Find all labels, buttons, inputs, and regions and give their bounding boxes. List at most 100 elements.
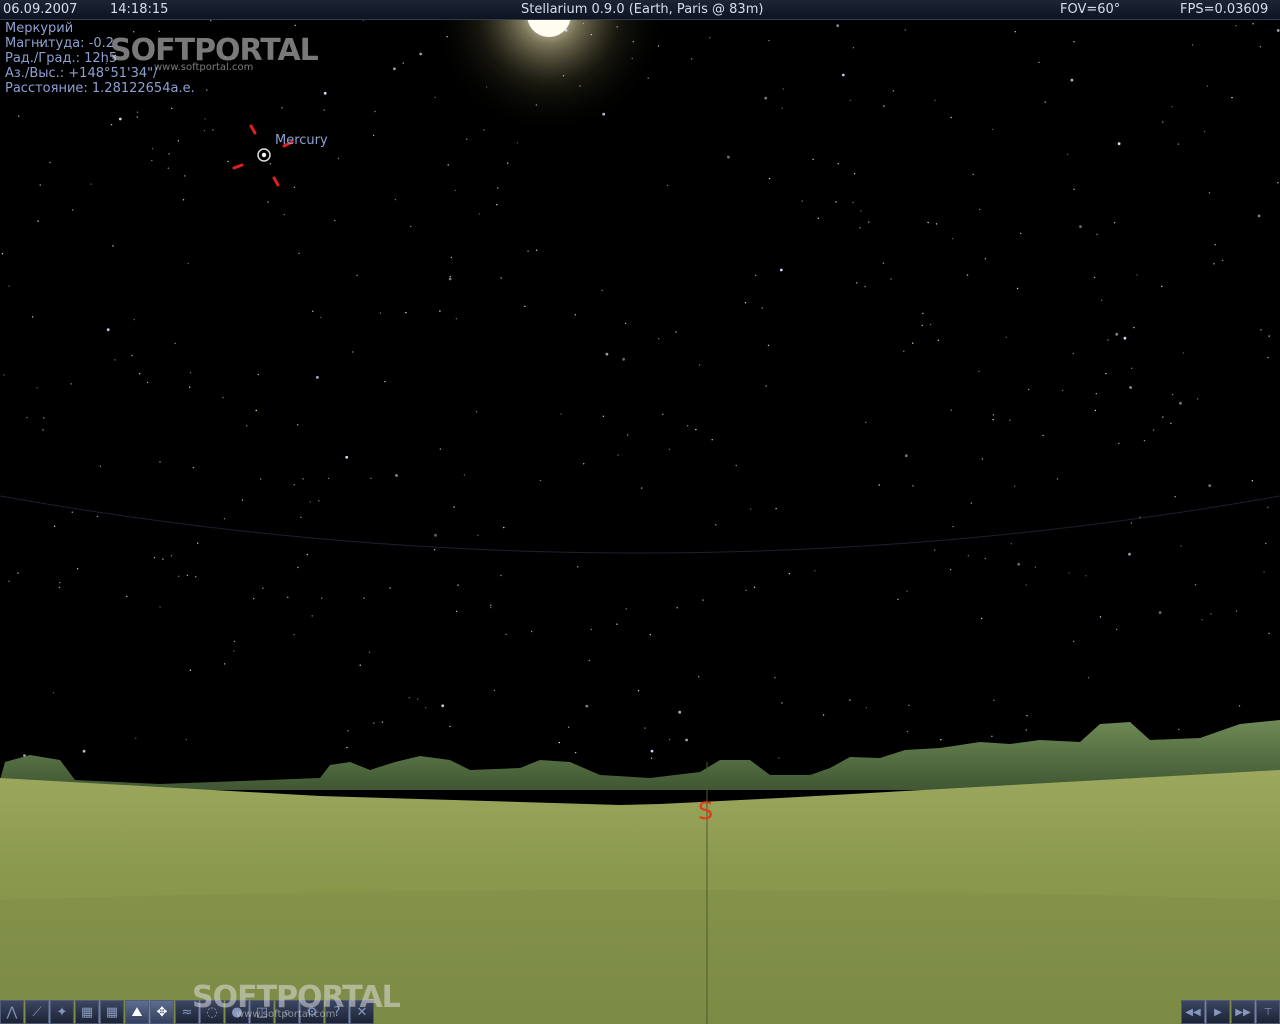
star (590, 33, 592, 36)
star (952, 525, 954, 528)
star (992, 128, 994, 131)
rewind-button[interactable]: ◀◀ (1181, 1000, 1205, 1024)
star (419, 52, 423, 56)
star (379, 312, 382, 314)
star (1116, 628, 1118, 631)
star (981, 458, 984, 460)
star (1026, 715, 1028, 717)
star (58, 586, 61, 589)
star (1087, 677, 1090, 679)
star (1238, 705, 1241, 707)
star (318, 500, 320, 502)
star (135, 737, 137, 739)
sky-view[interactable] (0, 0, 1280, 1024)
star (36, 387, 38, 389)
star (558, 741, 560, 744)
constellation-lines-button[interactable]: ⋀ (0, 1000, 24, 1024)
star (49, 161, 51, 164)
star (1235, 610, 1238, 612)
star (1208, 192, 1211, 194)
star (949, 569, 952, 571)
star (1105, 372, 1107, 375)
equatorial-grid-button[interactable]: ▦ (100, 1000, 124, 1024)
star (1005, 336, 1007, 338)
star (903, 350, 905, 352)
star (1014, 31, 1016, 33)
star (204, 118, 206, 120)
now-button[interactable]: ⊤ (1256, 1000, 1280, 1024)
constellation-names-button[interactable]: ⟋ (25, 1000, 49, 1024)
star (1161, 285, 1163, 288)
star (395, 474, 398, 477)
star (490, 606, 492, 609)
star (1028, 388, 1030, 391)
star (882, 262, 885, 264)
star (1073, 640, 1075, 643)
star (768, 177, 771, 180)
star (1268, 632, 1270, 635)
cardinal-south: S (698, 797, 714, 825)
star (212, 129, 214, 131)
star (446, 36, 448, 38)
star (1061, 389, 1064, 392)
star (96, 515, 99, 518)
star (921, 324, 923, 327)
constellation-art-button[interactable]: ✦ (50, 1000, 74, 1024)
star (852, 201, 854, 204)
star (602, 415, 605, 417)
star (1010, 543, 1013, 545)
star (1158, 611, 1162, 614)
star (841, 73, 845, 77)
play-button[interactable]: ▶ (1206, 1000, 1230, 1024)
star (1174, 495, 1176, 498)
star (632, 41, 634, 43)
star (167, 167, 169, 169)
star (186, 574, 189, 576)
play-icon: ▶ (1214, 1006, 1222, 1018)
star (500, 277, 502, 279)
star (617, 454, 619, 456)
star (408, 697, 410, 699)
star (930, 323, 932, 326)
star (560, 413, 562, 415)
cardinal-points-button[interactable]: ✥ (150, 1000, 174, 1024)
fast-forward-button[interactable]: ▶▶ (1231, 1000, 1255, 1024)
star (970, 502, 973, 504)
star (359, 664, 361, 666)
star (979, 208, 981, 211)
star (337, 157, 340, 160)
ground-button[interactable]: ⛰ (125, 1000, 149, 1024)
star (781, 107, 783, 109)
star (185, 738, 188, 741)
star (1268, 335, 1270, 337)
star (622, 357, 625, 361)
star (658, 338, 660, 340)
mercury-label[interactable]: Mercury (275, 133, 328, 148)
star (192, 466, 195, 469)
star (868, 221, 870, 223)
star (76, 568, 79, 570)
star (1020, 232, 1022, 235)
azimuthal-grid-icon: ▦ (80, 1004, 94, 1020)
star (297, 566, 299, 569)
star (934, 99, 936, 102)
star (146, 381, 149, 384)
star (424, 707, 427, 709)
watermark-top: SOFTPORTAL www.softportal.com (110, 33, 319, 73)
star (950, 116, 952, 119)
star (650, 749, 654, 753)
star (384, 380, 386, 383)
star (967, 555, 970, 557)
star (668, 738, 671, 741)
star (801, 200, 803, 202)
star (897, 598, 899, 601)
star (577, 566, 579, 568)
star (984, 258, 987, 260)
star (195, 576, 197, 578)
star (1073, 41, 1075, 43)
star (368, 651, 371, 653)
azimuthal-grid-button[interactable]: ▦ (75, 1000, 99, 1024)
star (1162, 416, 1164, 418)
star (631, 57, 633, 60)
star (582, 22, 585, 25)
